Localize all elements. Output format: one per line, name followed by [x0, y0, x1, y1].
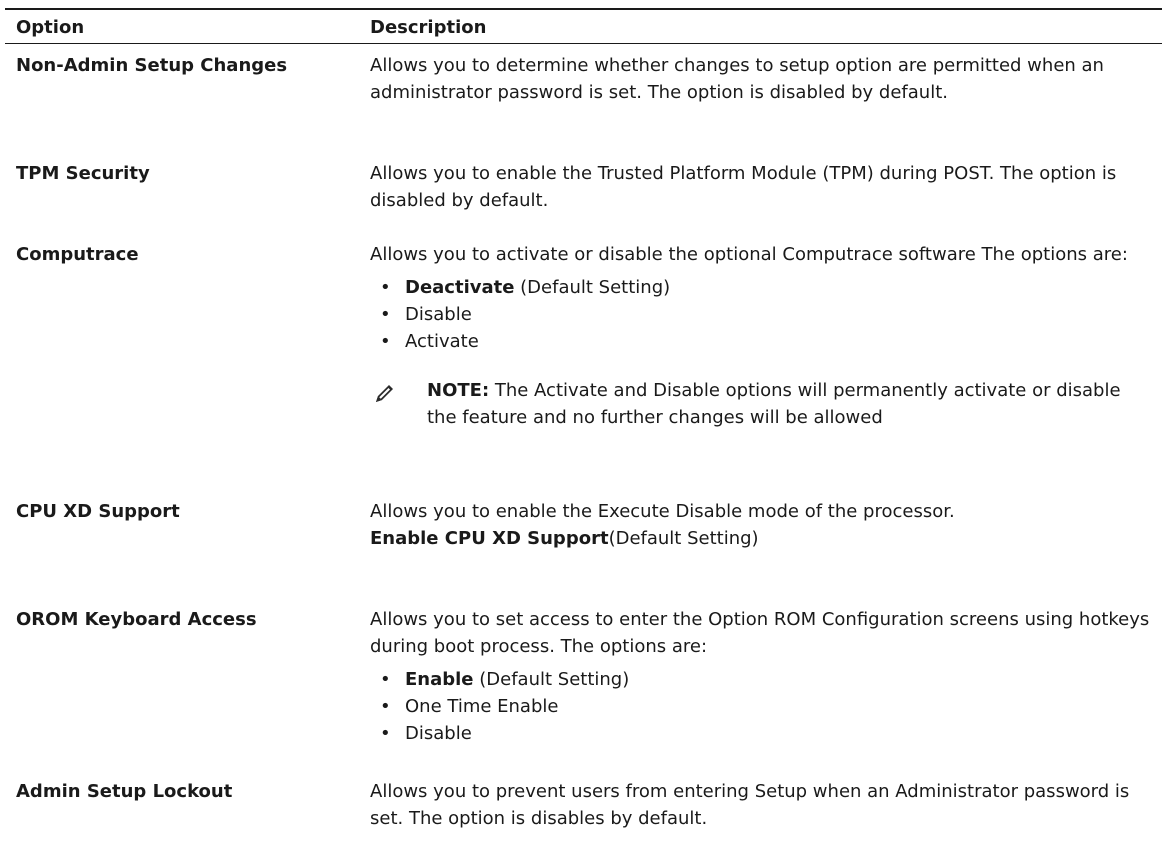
option-name: TPM Security — [16, 163, 150, 184]
list-item-bold: Enable — [405, 669, 474, 690]
default-setting-bold: Enable CPU XD Support — [370, 528, 609, 549]
note-text: The Activate and Disable options will pe… — [427, 380, 1121, 428]
bullet: • — [380, 723, 391, 744]
list-item: • Enable (Default Setting) — [370, 666, 1152, 693]
description-text: Allows you to determine whether changes … — [370, 55, 1104, 103]
list-item: • Deactivate (Default Setting) — [370, 274, 1152, 301]
option-description: Allows you to prevent users from enterin… — [370, 778, 1152, 832]
option-description: Allows you to enable the Trusted Platfor… — [370, 160, 1152, 214]
header-option: Option — [16, 17, 85, 38]
list-item-text: One Time Enable — [405, 696, 559, 717]
option-description: Allows you to set access to enter the Op… — [370, 606, 1152, 747]
options-list: • Deactivate (Default Setting) • Disable… — [370, 274, 1152, 355]
description-text: Allows you to enable the Execute Disable… — [370, 501, 955, 522]
bullet: • — [380, 277, 391, 298]
description-text: Allows you to prevent users from enterin… — [370, 781, 1130, 829]
option-name: CPU XD Support — [16, 501, 180, 522]
default-setting-line: Enable CPU XD Support(Default Setting) — [370, 525, 1152, 552]
list-item-text: Disable — [405, 304, 472, 325]
option-description: Allows you to enable the Execute Disable… — [370, 498, 1152, 552]
list-item: • One Time Enable — [370, 693, 1152, 720]
table-header: Option Description — [5, 8, 1162, 44]
list-item-text: (Default Setting) — [514, 277, 671, 298]
list-item-text: Activate — [405, 331, 479, 352]
list-item-text: (Default Setting) — [473, 669, 630, 690]
description-text: Allows you to set access to enter the Op… — [370, 609, 1150, 657]
list-item: • Activate — [370, 328, 1152, 355]
list-item-text: Disable — [405, 723, 472, 744]
header-description: Description — [370, 17, 487, 38]
bullet: • — [380, 331, 391, 352]
options-list: • Enable (Default Setting) • One Time En… — [370, 666, 1152, 747]
option-description: Allows you to activate or disable the op… — [370, 241, 1152, 431]
list-item-bold: Deactivate — [405, 277, 515, 298]
bullet: • — [380, 696, 391, 717]
bullet: • — [380, 669, 391, 690]
option-name: Non-Admin Setup Changes — [16, 55, 288, 76]
option-name: Admin Setup Lockout — [16, 781, 233, 802]
note-block: NOTE: The Activate and Disable options w… — [370, 377, 1152, 431]
list-item: • Disable — [370, 720, 1152, 747]
description-text: Allows you to activate or disable the op… — [370, 244, 1128, 265]
list-item: • Disable — [370, 301, 1152, 328]
option-description: Allows you to determine whether changes … — [370, 52, 1152, 106]
description-text: Allows you to enable the Trusted Platfor… — [370, 163, 1117, 211]
bullet: • — [380, 304, 391, 325]
note-label: NOTE: — [427, 380, 490, 401]
option-name: Computrace — [16, 244, 139, 265]
pencil-note-icon — [376, 385, 393, 402]
default-setting-text: (Default Setting) — [608, 528, 759, 549]
option-name: OROM Keyboard Access — [16, 609, 257, 630]
options-table: Option Description Non-Admin Setup Chang… — [5, 8, 1162, 829]
